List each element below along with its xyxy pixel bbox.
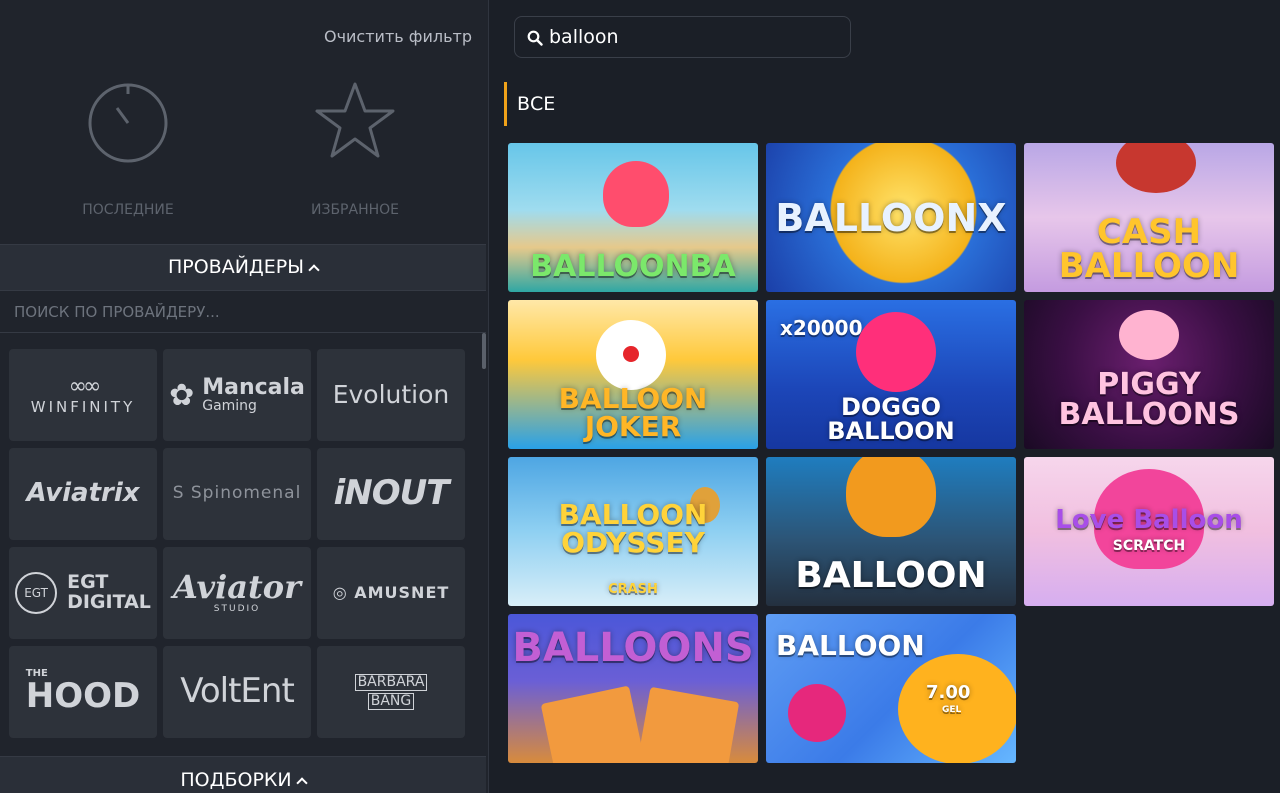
provider-mancala[interactable]: ✿ Mancala Gaming <box>163 349 311 441</box>
provider-the-hood[interactable]: THE HOOD <box>9 646 157 738</box>
game-card[interactable]: PIGGY BALLOONS <box>1024 300 1274 449</box>
game-title: BALLOON JOKER <box>558 382 708 443</box>
games-grid: BALLOONBA BALLOONX CASH BALLOON BALLOON … <box>508 143 1274 763</box>
provider-name: HOOD <box>25 676 141 717</box>
game-title: BALLOONX <box>775 196 1007 240</box>
game-card[interactable]: BALLOON <box>766 457 1016 606</box>
game-title: PIGGY BALLOONS <box>1058 367 1240 432</box>
balloon-dog-icon <box>856 312 936 392</box>
hot-air-balloon-icon <box>1116 143 1196 193</box>
provider-name: Evolution <box>332 379 450 409</box>
amusnet-logo-icon: ◎ <box>332 582 348 602</box>
hot-air-balloon-icon <box>846 457 936 537</box>
provider-name: Aviator <box>173 568 301 607</box>
provider-name: AMUSNET <box>354 582 450 602</box>
provider-voltent[interactable]: VoltEnt <box>163 646 311 738</box>
scratch-card-icon <box>636 686 740 763</box>
provider-aviator-studio[interactable]: Aviator STUDIO <box>163 547 311 639</box>
pig-icon <box>1119 310 1179 360</box>
game-title: CASH BALLOON <box>1058 212 1240 286</box>
egt-logo-icon: EGT <box>15 572 58 614</box>
provider-name: Aviatrix <box>26 478 140 509</box>
game-card[interactable]: BALLOON 7.00 GEL <box>766 614 1016 763</box>
provider-amusnet[interactable]: ◎ AMUSNET <box>317 547 465 639</box>
collections-header-label: ПОДБОРКИ <box>180 769 292 791</box>
game-card[interactable]: CASH BALLOON <box>1024 143 1274 292</box>
provider-egt-digital[interactable]: EGT EGT DIGITAL <box>9 547 157 639</box>
favorites-filter[interactable]: ИЗБРАННОЕ <box>255 78 455 218</box>
game-search <box>514 16 851 58</box>
provider-name: BARBARA <box>354 674 428 691</box>
game-title: BALLOON ODYSSEY <box>558 498 708 559</box>
game-subtitle: CRASH <box>608 582 658 597</box>
game-title: Love Balloon <box>1055 505 1243 535</box>
game-card[interactable]: x20000 DOGGO BALLOON <box>766 300 1016 449</box>
provider-evolution[interactable]: Evolution <box>317 349 465 441</box>
game-subtitle: SCRATCH <box>1112 538 1186 554</box>
game-title: BALLOON <box>795 555 987 596</box>
tap-icon <box>788 684 846 742</box>
provider-list-scrollbar[interactable] <box>482 333 486 369</box>
recent-games-filter[interactable]: ПОСЛЕДНИЕ <box>28 78 228 218</box>
provider-aviatrix[interactable]: Aviatrix <box>9 448 157 540</box>
provider-spinomenal[interactable]: S Spinomenal <box>163 448 311 540</box>
game-title: DOGGO BALLOON <box>827 393 955 445</box>
provider-grid: ∞∞ WINFINITY ✿ Mancala Gaming Evolution Av… <box>9 349 467 738</box>
provider-search <box>0 292 486 333</box>
provider-name: iNOUT <box>333 473 450 514</box>
provider-name: Spinomenal <box>190 483 302 504</box>
providers-section-toggle[interactable]: ПРОВАЙДЕРЫ <box>0 244 486 291</box>
chevron-up-icon <box>308 264 320 276</box>
winfinity-logo-icon: ∞∞ <box>68 373 102 399</box>
game-card[interactable]: BALLOONS <box>508 614 758 763</box>
category-tab-all[interactable]: ВСЕ <box>504 82 555 126</box>
provider-name: VoltEnt <box>180 671 295 712</box>
search-icon <box>527 30 543 46</box>
collections-section-toggle[interactable]: ПОДБОРКИ <box>0 756 486 793</box>
game-card[interactable]: BALLOON JOKER <box>508 300 758 449</box>
stopwatch-icon <box>88 83 168 163</box>
game-title: BALLOONBA <box>530 249 736 284</box>
clear-filter-link[interactable]: Очистить фильтр <box>324 27 472 46</box>
provider-name: EGT <box>67 571 109 594</box>
game-card[interactable]: BALLOONBA <box>508 143 758 292</box>
provider-winfinity[interactable]: ∞∞ WINFINITY <box>9 349 157 441</box>
game-card[interactable]: BALLOON ODYSSEY CRASH <box>508 457 758 606</box>
provider-subname: STUDIO <box>213 604 261 615</box>
mancala-logo-icon: ✿ <box>169 377 195 413</box>
game-card[interactable]: BALLOONX <box>766 143 1016 292</box>
provider-subname: BANG <box>367 693 415 710</box>
provider-inout[interactable]: iNOUT <box>317 448 465 540</box>
game-title: BALLOONS <box>512 625 754 671</box>
game-search-input[interactable] <box>549 17 845 57</box>
game-currency: GEL <box>942 705 962 715</box>
spinomenal-logo-icon: S <box>172 483 185 504</box>
heart-balloon-icon <box>603 161 669 227</box>
scratch-card-icon <box>540 685 646 763</box>
game-card[interactable]: Love Balloon SCRATCH <box>1024 457 1274 606</box>
provider-barbara-bang[interactable]: BARBARA BANG <box>317 646 465 738</box>
recent-label: ПОСЛЕДНИЕ <box>82 202 174 218</box>
game-amount: 7.00 <box>926 682 971 703</box>
star-icon <box>315 82 395 158</box>
chevron-up-icon <box>295 777 308 789</box>
favorites-label: ИЗБРАННОЕ <box>311 202 399 218</box>
provider-search-input[interactable] <box>0 292 486 332</box>
provider-subname: Gaming <box>202 398 257 415</box>
provider-subname: DIGITAL <box>67 591 151 613</box>
multiplier-badge: x20000 <box>780 316 863 340</box>
providers-header-label: ПРОВАЙДЕРЫ <box>167 256 304 278</box>
casino-search-page: Очистить фильтр ПОСЛЕДНИЕ ИЗБРАННОЕ ПРОВ… <box>0 0 1280 793</box>
clown-nose-icon <box>623 346 639 362</box>
provider-name: WINFINITY <box>30 397 136 416</box>
game-title: BALLOON <box>776 629 925 662</box>
filter-panel: Очистить фильтр ПОСЛЕДНИЕ ИЗБРАННОЕ ПРОВ… <box>0 0 489 793</box>
provider-name: Mancala <box>202 375 305 401</box>
